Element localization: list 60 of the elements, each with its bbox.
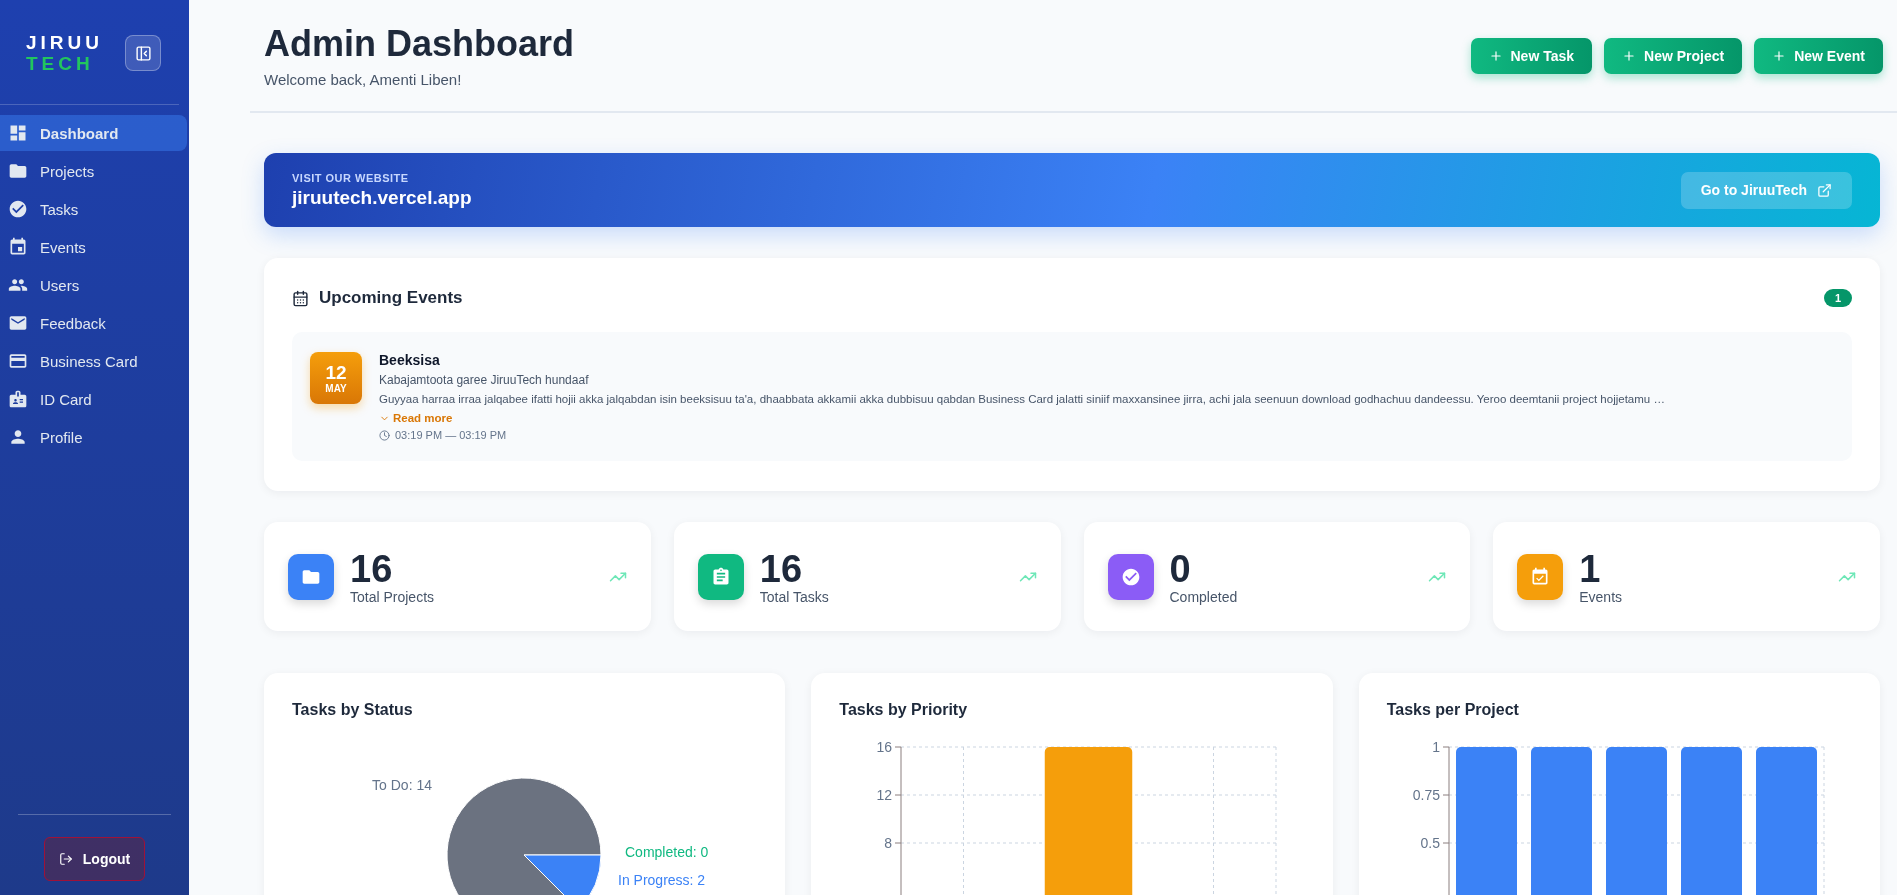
tick-label: 16 (876, 739, 893, 755)
dashboard-icon (8, 123, 28, 143)
event-month: MAY (325, 382, 347, 394)
credit-card-icon (8, 351, 28, 371)
website-url: jiruutech.vercel.app (292, 186, 472, 209)
slice-label: To Do: 14 (372, 777, 432, 793)
event-count: 1 (1823, 289, 1852, 307)
stat-label: Total Tasks (759, 588, 830, 605)
slice-label: In Progress: 2 (618, 872, 706, 888)
id-card-icon (8, 389, 28, 409)
logo-text: JIRUU (26, 32, 103, 53)
nav-item[interactable]: ID Card (0, 381, 187, 417)
nav-item[interactable]: Feedback (0, 305, 187, 341)
event-subtitle: Kabajamtoota garee JiruuTech hundaaf (379, 373, 590, 387)
calendar-icon (292, 289, 309, 307)
collapse-sidebar-button[interactable] (125, 35, 161, 71)
event-title: Beeksisa (379, 352, 441, 368)
logout-icon (58, 852, 73, 866)
page-title: Admin Dashboard (264, 23, 575, 65)
logo-text: TECH (26, 53, 95, 74)
collapse-icon (134, 44, 152, 62)
card-title: Upcoming Events (319, 288, 463, 308)
event-description: Guyyaa harraa irraa jalqabee ifatti hojii akka jalqabdan isin beeksisuu ta'a, dhaabbata akkamii akka dubbisuu qabdan Business Card jalatti siniif maxxansinee jirra, achi jala seenuun download godhachuu dandeessu. Yeroo deemtanii project hojjetamu … (379, 392, 1665, 407)
slice-label: Completed: 0 (625, 844, 709, 860)
welcome-text: Welcome back, Amenti Liben! (264, 71, 463, 88)
banner-eyebrow: VISIT OUR WEBSITE (292, 171, 410, 184)
stat-label: Total Projects (350, 588, 436, 605)
external-link-icon (1817, 182, 1832, 198)
tick-label: 12 (876, 787, 893, 803)
calendar-icon (8, 237, 28, 257)
chart-title: Tasks by Status (292, 701, 414, 719)
tick-label: 1 (1431, 739, 1440, 755)
stat-value: 16 (350, 548, 394, 589)
plus-icon (1622, 48, 1637, 63)
nav-item[interactable]: Business Card (0, 343, 187, 379)
tick-label: 8 (884, 835, 893, 851)
folder-icon (8, 161, 28, 181)
mail-icon (8, 313, 28, 333)
logout-button[interactable]: Logout (43, 837, 146, 881)
chart-title: Tasks per Project (1386, 701, 1520, 719)
tick-label: 0.75 (1412, 787, 1440, 803)
nav-item[interactable]: Users (0, 267, 187, 303)
nav-item[interactable]: Profile (0, 419, 187, 455)
tick-label: 0.5 (1420, 835, 1440, 851)
chart-title: Tasks by Priority (839, 701, 969, 719)
stat-label: Completed (1169, 588, 1239, 605)
plus-icon (1488, 48, 1503, 63)
plus-icon (1772, 48, 1787, 63)
clock-icon (379, 429, 390, 441)
stat-label: Events (1579, 588, 1624, 605)
event-item[interactable] (292, 332, 1852, 461)
nav-item[interactable]: Events (0, 229, 187, 265)
stat-value: 1 (1579, 548, 1602, 589)
nav-item[interactable]: Tasks (0, 191, 187, 227)
stat-value: 16 (759, 548, 804, 589)
event-day: 12 (325, 362, 347, 383)
stat-value: 0 (1169, 548, 1192, 589)
event-time: 03:19 PM — 03:19 PM (395, 429, 507, 441)
nav-item[interactable]: Dashboard (0, 115, 187, 151)
nav-item[interactable]: Projects (0, 153, 187, 189)
